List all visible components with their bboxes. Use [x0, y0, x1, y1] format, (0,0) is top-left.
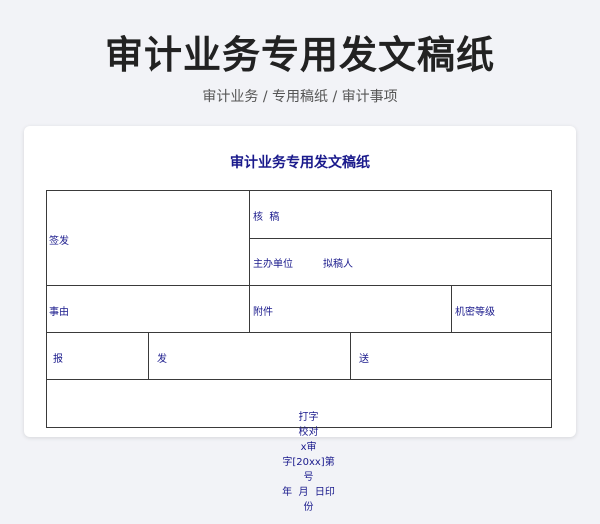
- breadcrumb: 审计业务 / 专用稿纸 / 审计事项: [202, 89, 398, 105]
- grid-line: [249, 191, 250, 332]
- copies-label: 份: [303, 502, 314, 513]
- xshen-label: x审: [300, 442, 317, 453]
- deliver-label: 送: [359, 354, 369, 365]
- footer-row: 打字 校对 x审 字[20xx]第 号 年 月 日印 份: [47, 397, 551, 524]
- report-label: 报: [53, 354, 63, 365]
- grid-line: [148, 332, 149, 379]
- attachment-label: 附件: [253, 307, 273, 318]
- grid-line: [47, 285, 551, 286]
- sponsor-unit-label: 主办单位: [253, 259, 293, 270]
- secrecy-level-label: 机密等级: [455, 307, 495, 318]
- drafter-label: 拟稿人: [323, 259, 353, 270]
- form-grid: 签发 核 稿 主办单位 拟稿人 事由 附件 机密等级 报 发 送 打字 校对 x…: [46, 190, 552, 513]
- hao-label: 号: [303, 472, 314, 483]
- document-card: 审计业务专用发文稿纸 签发 核 稿 主办单位 拟稿人 事由 附件 机密等级 报 …: [24, 126, 576, 513]
- page-title: 审计业务专用发文稿纸: [104, 33, 495, 77]
- date-label: 年 月 日印: [282, 487, 335, 498]
- doc-number-label: 字[20xx]第: [282, 457, 335, 468]
- proofread-label: 校对: [298, 427, 319, 438]
- grid-line: [350, 332, 351, 379]
- typing-label: 打字: [298, 412, 319, 423]
- send-label: 发: [157, 354, 167, 365]
- review-label: 核 稿: [253, 212, 280, 223]
- grid-line: [47, 379, 551, 380]
- grid-line: [249, 238, 551, 239]
- signoff-label: 签发: [49, 236, 69, 247]
- grid-line: [47, 332, 551, 333]
- subject-label: 事由: [49, 307, 69, 318]
- form-title: 审计业务专用发文稿纸: [230, 155, 370, 171]
- grid-line: [451, 285, 452, 332]
